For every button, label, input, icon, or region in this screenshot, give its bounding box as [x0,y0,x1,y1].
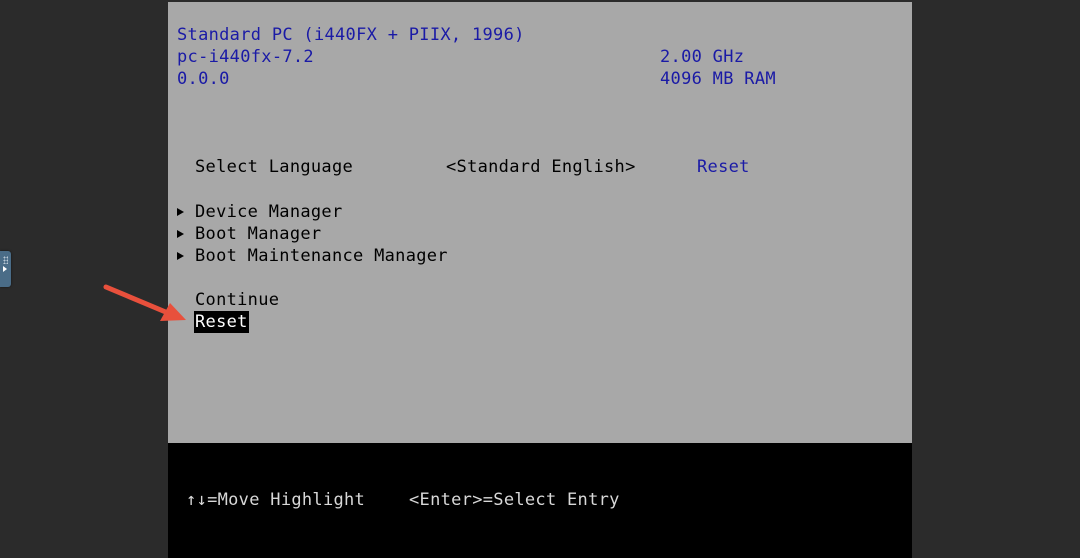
side-panel-toggle-tab[interactable] [0,251,11,287]
submenu-arrow-icon [177,208,184,216]
move-highlight-hint: ↑↓=Move Highlight [186,490,366,510]
submenu-arrow-icon [177,252,184,260]
language-value[interactable]: <Standard English> [446,156,636,178]
vm-console-viewer: Standard PC (i440FX + PIIX, 1996) pc-i44… [0,0,1080,558]
drag-handle-icon [3,256,8,264]
firmware-version: 0.0.0 [177,69,230,89]
expand-arrow-icon [3,266,7,272]
submenu-label: Device Manager [195,202,343,222]
select-entry-hint: <Enter>=Select Entry [409,490,620,510]
reset-item[interactable]: Reset [194,311,249,333]
submenu-label: Boot Maintenance Manager [195,246,448,266]
submenu-arrow-icon [177,230,184,238]
annotation-arrow-icon [103,284,186,321]
memory-size: 4096 MB RAM [660,69,776,89]
machine-name: Standard PC (i440FX + PIIX, 1996) [177,25,525,45]
continue-item[interactable]: Continue [195,289,279,311]
bios-screen[interactable]: Standard PC (i440FX + PIIX, 1996) pc-i44… [168,2,912,558]
select-language-label[interactable]: Select Language [195,156,353,178]
submenu-label: Boot Manager [195,224,322,244]
help-text: Reset [697,157,750,177]
cpu-speed: 2.00 GHz [660,47,745,67]
bios-footer-bar: ↑↓=Move Highlight <Enter>=Select Entry [168,443,912,558]
machine-type: pc-i440fx-7.2 [177,47,314,67]
bios-main-panel: Standard PC (i440FX + PIIX, 1996) pc-i44… [168,2,912,443]
